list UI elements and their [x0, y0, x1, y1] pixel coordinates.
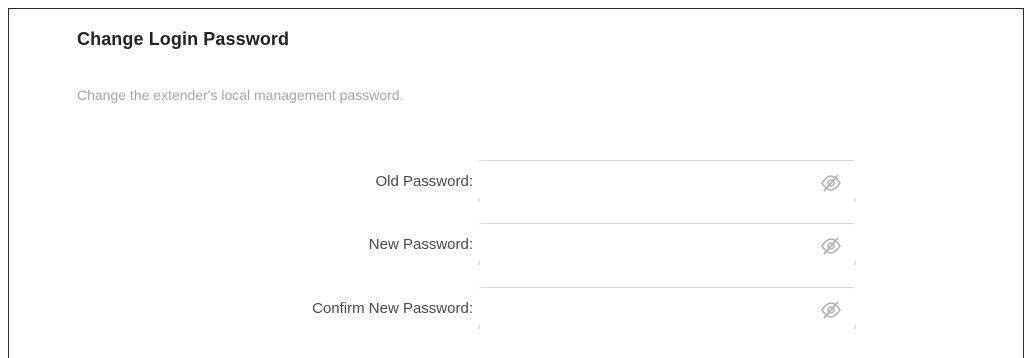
eye-slash-icon[interactable]	[820, 236, 842, 256]
confirm-password-row: Confirm New Password:	[9, 287, 1025, 333]
new-password-row: New Password:	[9, 223, 1025, 269]
old-password-label: Old Password:	[375, 173, 473, 190]
confirm-password-input[interactable]	[486, 296, 810, 326]
new-password-field[interactable]	[478, 223, 856, 269]
old-password-row: Old Password:	[9, 160, 1025, 206]
old-password-input[interactable]	[486, 169, 810, 199]
eye-slash-icon[interactable]	[820, 173, 842, 193]
confirm-password-label: Confirm New Password:	[312, 300, 473, 317]
new-password-input[interactable]	[486, 232, 810, 262]
new-password-label: New Password:	[368, 236, 473, 253]
section-title: Change Login Password	[77, 29, 290, 49]
confirm-password-field[interactable]	[478, 287, 856, 333]
eye-slash-icon[interactable]	[820, 300, 842, 320]
old-password-field[interactable]	[478, 160, 856, 206]
change-password-panel: Change Login Password Change the extende…	[8, 8, 1024, 358]
section-description: Change the extender's local management p…	[77, 87, 404, 103]
